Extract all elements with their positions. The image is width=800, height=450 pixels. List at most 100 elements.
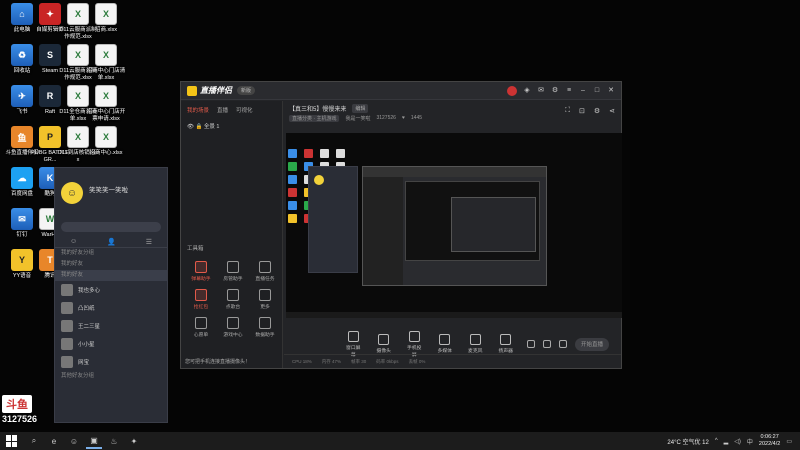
taskbar-app-icon[interactable]: e [46, 433, 62, 449]
tab-messages[interactable]: ☺ [70, 238, 77, 245]
gift-icon[interactable]: ◈ [523, 87, 531, 95]
notification-icon[interactable]: ▭ [786, 438, 792, 445]
clock[interactable]: 0:06:27 2022/4/2 [759, 434, 780, 448]
live-controls: 开始直播 [527, 337, 621, 351]
settings-icon[interactable] [559, 340, 567, 348]
desktop-icon[interactable]: X 招商中心门店开票申请.xlsx [86, 85, 126, 123]
chat-tabs: ☺ 👤 ☰ [55, 236, 167, 248]
tray-arrow-icon[interactable]: ^ [715, 438, 718, 444]
user-avatar[interactable] [507, 85, 517, 96]
tool-label: 直播任务 [255, 277, 275, 282]
friend-avatar [61, 302, 73, 314]
user-avatar[interactable]: ☺ [61, 182, 83, 204]
friend-avatar [61, 284, 73, 296]
chat-search-input[interactable] [61, 222, 161, 232]
tool-item[interactable]: 弹幕助手 [185, 261, 217, 282]
close-icon[interactable]: ✕ [607, 87, 615, 95]
room-id: 3127526 [376, 115, 396, 121]
volume-icon[interactable]: ◁) [734, 438, 741, 445]
bag-icon[interactable]: ⛶ [565, 107, 570, 115]
room-category[interactable]: 直播分类 · 主机游戏 [289, 115, 340, 122]
watermark-room-id: 3127526 [2, 414, 38, 424]
list-item[interactable]: 我也多心 [55, 281, 167, 299]
preview-taskbar [286, 312, 622, 318]
taskbar-app-icon[interactable]: ✦ [126, 433, 142, 449]
menu-icon[interactable]: ≡ [565, 87, 573, 95]
tool-item[interactable]: 房管助手 [217, 261, 249, 282]
tool-item[interactable]: 数据助手 [249, 317, 281, 338]
tool-item[interactable]: 抢红包 [185, 289, 217, 310]
ime-icon[interactable]: 中 [747, 437, 753, 446]
taskbar-apps: ⌕ e ☺ ▣ ♨ ✦ [24, 433, 144, 449]
list-item[interactable]: 网宝 [55, 353, 167, 371]
tool-icon [259, 317, 271, 329]
list-item[interactable]: 小小星 [55, 335, 167, 353]
tool-label: 游戏中心 [223, 333, 243, 338]
tab-live[interactable]: 直播 [217, 106, 228, 114]
tool-item[interactable]: 心愿单 [185, 317, 217, 338]
streamer-window: 直播伴侣 新版 ◈ ✉ ⚙ ≡ – □ ✕ 我的场景 直播 可视化 👁 🔒 全景… [180, 81, 622, 369]
tab-my-scenes[interactable]: 我的场景 [187, 106, 209, 114]
room-fans: 1445 [410, 115, 423, 121]
tool-label: 点歌台 [225, 305, 241, 310]
source-button[interactable]: 扬声器 [497, 334, 516, 354]
tool-icon [227, 261, 239, 273]
mute-icon[interactable] [543, 340, 551, 348]
desktop-icon-label: 招商中心门店开票申请.xlsx [86, 109, 126, 122]
minimize-icon[interactable]: – [579, 87, 587, 95]
source-button[interactable]: 多媒体 [436, 334, 455, 354]
settings-icon[interactable]: ⚙ [551, 87, 559, 95]
room-title: 【真三和5】慢慢来来 [289, 107, 347, 113]
tool-label: 弹幕助手 [191, 277, 211, 282]
tab-more[interactable]: ☰ [146, 238, 152, 246]
record-icon[interactable] [527, 340, 535, 348]
tab-visual[interactable]: 可视化 [236, 106, 253, 114]
status-bar: CPU 18% 内存 47% 帧率 30 码率 0kbps 丢帧 0% [284, 354, 621, 368]
system-tray: 24°C 空气优 12 ^ ▂ ◁) 中 0:06:27 2022/4/2 ▭ [667, 434, 800, 448]
friend-group[interactable]: 我的好友分组 [55, 248, 167, 259]
desktop-icon[interactable]: X 招商.xlsx [86, 3, 126, 34]
edit-button[interactable]: 编辑 [352, 104, 369, 113]
list-item[interactable]: 王二三星 [55, 317, 167, 335]
tool-item[interactable]: 点歌台 [217, 289, 249, 310]
share-icon[interactable]: ⋖ [609, 107, 615, 115]
weather-widget[interactable]: 24°C 空气优 12 [667, 437, 708, 446]
source-icon [378, 334, 390, 345]
tool-item[interactable]: 直播任务 [249, 261, 281, 282]
lock-icon[interactable]: ⊡ [579, 107, 585, 115]
tool-item[interactable]: 更多 [249, 289, 281, 310]
tab-contacts[interactable]: 👤 [107, 238, 116, 246]
taskbar-app-icon[interactable]: ♨ [106, 433, 122, 449]
taskbar-app-icon[interactable]: ☺ [66, 433, 82, 449]
watermark: 斗鱼 3127526 [2, 395, 60, 424]
list-item[interactable]: 凸凹纸 [55, 299, 167, 317]
taskbar-app-icon[interactable]: ▣ [86, 433, 102, 449]
version-badge[interactable]: 新版 [237, 86, 256, 95]
desktop-icon[interactable]: X 招商中心.xlsx [86, 126, 126, 157]
source-icon [469, 334, 481, 345]
tool-item[interactable]: 游戏中心 [217, 317, 249, 338]
tool-icon [227, 317, 239, 329]
scene-item[interactable]: 👁 🔒 全景 1 [181, 119, 282, 133]
source-button[interactable]: 摄像头 [375, 334, 394, 354]
desktop-icon[interactable]: X 招商中心门店清单.xlsx [86, 44, 126, 82]
network-icon[interactable]: ▂ [724, 438, 729, 445]
app-name: 直播伴侣 [200, 86, 232, 95]
friend-group[interactable]: 我的好友 [55, 270, 167, 281]
stream-preview[interactable] [286, 133, 622, 318]
maximize-icon[interactable]: □ [593, 87, 601, 95]
message-icon[interactable]: ✉ [537, 87, 545, 95]
friend-group[interactable]: 我的好友 [55, 259, 167, 270]
start-live-button[interactable]: 开始直播 [575, 337, 609, 351]
windows-start-icon[interactable] [6, 435, 18, 447]
friend-group[interactable]: 其他好友分组 [55, 371, 167, 382]
settings-icon[interactable]: ⚙ [594, 107, 600, 115]
source-button[interactable]: 麦克风 [466, 334, 485, 354]
toolbox-grid: 弹幕助手 房管助手 直播任务抢红包 点歌台 更多心愿单 游戏中心 数据助手 [185, 261, 281, 338]
camera-notice[interactable]: 您可把手机连接直播摄像头！ [185, 358, 250, 365]
tool-label: 房管助手 [223, 277, 243, 282]
taskbar-app-icon[interactable]: ⌕ [26, 433, 42, 449]
tool-icon [259, 289, 271, 301]
source-label: 麦克风 [468, 349, 483, 354]
app-icon: X [95, 85, 117, 107]
